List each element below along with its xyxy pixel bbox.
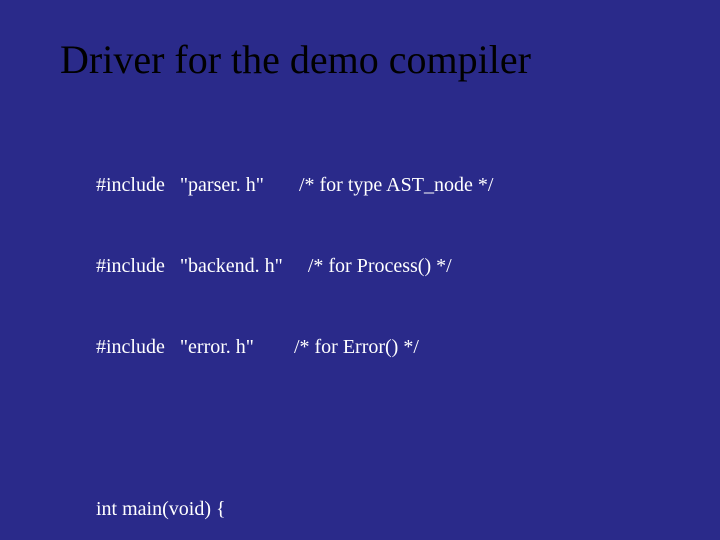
slide-title: Driver for the demo compiler (60, 38, 660, 82)
code-line: #include "backend. h" /* for Process() *… (96, 253, 660, 280)
slide: Driver for the demo compiler #include "p… (0, 0, 720, 540)
code-block: #include "parser. h" /* for type AST_nod… (96, 118, 660, 540)
code-line: #include "parser. h" /* for type AST_nod… (96, 172, 660, 199)
code-line: #include "error. h" /* for Error() */ (96, 334, 660, 361)
code-line (96, 415, 660, 442)
code-line: int main(void) { (96, 496, 660, 523)
